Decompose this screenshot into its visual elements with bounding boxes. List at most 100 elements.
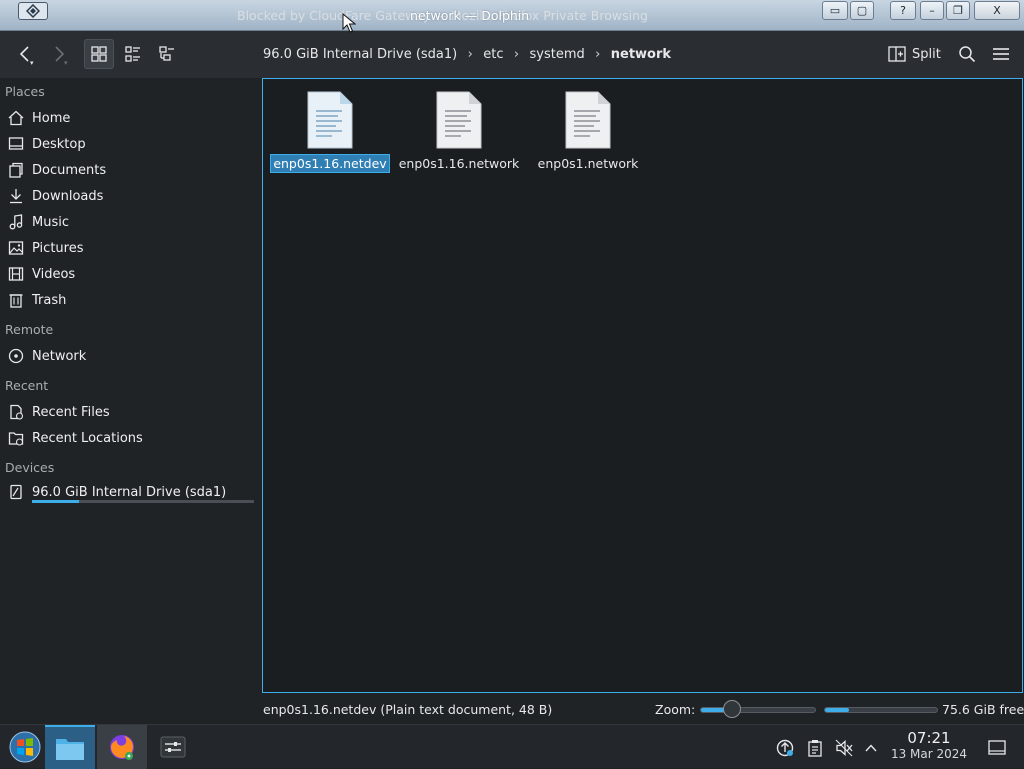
diamond-icon — [26, 4, 40, 18]
details-view-button[interactable] — [152, 39, 182, 69]
sidebar-item-label: Home — [32, 110, 71, 126]
recent-locations-icon — [8, 432, 24, 446]
search-button[interactable] — [952, 39, 982, 69]
chevron-right-icon[interactable]: › — [585, 47, 611, 62]
zoom-slider-handle[interactable] — [723, 700, 742, 718]
split-button[interactable]: Split — [888, 39, 941, 69]
zoom-label: Zoom: — [655, 702, 696, 717]
taskbar: 07:21 13 Mar 2024 — [0, 724, 1024, 769]
show-desktop-button[interactable] — [986, 737, 1008, 759]
split-view-icon — [888, 46, 906, 62]
compact-view-icon — [125, 46, 140, 62]
tray-updates[interactable] — [774, 737, 796, 759]
drive-usage-bar — [32, 500, 254, 503]
sidebar-item-music[interactable]: Music — [5, 210, 257, 234]
sidebar-item-videos[interactable]: Videos — [5, 262, 257, 286]
taskbar-firefox[interactable] — [97, 725, 147, 769]
start-orb-icon — [9, 731, 41, 763]
pictures-icon — [8, 241, 24, 255]
desktop-icon — [8, 137, 24, 150]
sidebar-item-label: Music — [32, 214, 69, 230]
sidebar-item-pictures[interactable]: Pictures — [5, 236, 257, 260]
volume-muted-icon — [835, 739, 853, 757]
chevron-right-icon[interactable]: › — [457, 47, 483, 62]
chevron-up-icon — [865, 744, 877, 752]
recent-files-icon — [10, 404, 24, 420]
maximize-button[interactable]: ❐ — [946, 1, 970, 20]
icons-view-button[interactable] — [84, 39, 114, 69]
sidebar-item-downloads[interactable]: Downloads — [5, 184, 257, 208]
devices-section-title: Devices — [5, 460, 55, 475]
drive-icon — [10, 484, 22, 500]
taskbar-dolphin[interactable] — [45, 725, 95, 769]
background-minimize-button[interactable]: ▭ — [822, 1, 848, 20]
hamburger-icon — [993, 48, 1009, 60]
hamburger-menu-button[interactable] — [986, 39, 1016, 69]
sidebar-item-documents[interactable]: Documents — [5, 158, 257, 182]
sidebar-item-recent-files[interactable]: Recent Files — [5, 400, 257, 424]
tray-clipboard[interactable] — [804, 737, 826, 759]
window-titlebar[interactable]: Blocked by CloudFare Gateway — Mozilla F… — [0, 0, 1024, 31]
file-name: enp0s1.network — [537, 156, 639, 171]
compact-view-button[interactable] — [118, 39, 148, 69]
application-launcher[interactable] — [0, 725, 50, 769]
background-restore-button[interactable]: ▢ — [850, 1, 874, 20]
free-space-label: 75.6 GiB free — [942, 702, 1024, 717]
back-button[interactable]: ▾ — [10, 39, 40, 69]
taskbar-system-settings[interactable] — [148, 725, 198, 769]
sidebar-item-label: 96.0 GiB Internal Drive (sda1) — [32, 484, 227, 500]
digital-clock[interactable]: 07:21 13 Mar 2024 — [886, 729, 972, 761]
sidebar-item-label: Pictures — [32, 240, 84, 256]
breadcrumb-systemd[interactable]: systemd — [530, 47, 585, 62]
toolbar: ▾ ▾ 96.0 GiB Internal Drive (sda1) › etc… — [0, 31, 1024, 78]
clock-date: 13 Mar 2024 — [890, 747, 968, 761]
sidebar-item-label: Recent Locations — [32, 430, 143, 446]
free-space-bar — [824, 707, 938, 713]
details-view-icon — [159, 46, 174, 61]
music-icon — [9, 214, 23, 230]
file-view[interactable]: enp0s1.16.netdev enp0s1.16.network enp0s… — [262, 78, 1023, 693]
drive-usage-fill — [32, 500, 79, 503]
sidebar-item-trash[interactable]: Trash — [5, 288, 257, 312]
sidebar-item-label: Videos — [32, 266, 76, 282]
text-file-icon — [436, 91, 482, 149]
sidebar-item-recent-locations[interactable]: Recent Locations — [5, 426, 257, 450]
sidebar-item-desktop[interactable]: Desktop — [5, 132, 257, 156]
tray-expand[interactable] — [860, 737, 882, 759]
clock-time: 07:21 — [907, 729, 951, 747]
zoom-slider[interactable] — [700, 707, 816, 713]
places-section-title: Places — [5, 84, 45, 99]
file-item-enp0s1-network[interactable]: enp0s1.network — [523, 91, 653, 172]
window-menu-button[interactable] — [18, 2, 48, 20]
sidebar-item-label: Documents — [32, 162, 107, 178]
help-button[interactable]: ? — [890, 1, 916, 20]
breadcrumb-drive[interactable]: 96.0 GiB Internal Drive (sda1) — [263, 47, 457, 62]
status-bar: enp0s1.16.netdev (Plain text document, 4… — [0, 694, 1024, 724]
file-name: enp0s1.16.network — [398, 156, 520, 171]
sliders-icon — [160, 736, 186, 758]
recent-section-title: Recent — [5, 378, 49, 393]
sidebar-item-label: Trash — [32, 292, 67, 308]
chevron-right-icon[interactable]: › — [504, 47, 530, 62]
minimize-button[interactable]: – — [920, 1, 944, 20]
sidebar-item-network[interactable]: Network — [5, 344, 257, 368]
network-icon — [8, 348, 24, 364]
sidebar-item-label: Downloads — [32, 188, 104, 204]
places-panel: Places Home Desktop Documents Downloads … — [0, 78, 262, 726]
selection-info: enp0s1.16.netdev (Plain text document, 4… — [263, 702, 553, 717]
text-file-icon — [565, 91, 611, 149]
breadcrumb-etc[interactable]: etc — [483, 47, 503, 62]
file-item-enp0s1-16-network[interactable]: enp0s1.16.network — [394, 91, 524, 172]
tray-volume[interactable] — [833, 737, 855, 759]
free-space-fill — [825, 708, 849, 712]
show-desktop-icon — [988, 740, 1006, 755]
forward-button[interactable]: ▾ — [44, 39, 74, 69]
file-name: enp0s1.16.netdev — [270, 154, 390, 173]
search-icon — [959, 46, 976, 63]
chevron-down-icon: ▾ — [64, 59, 68, 67]
sidebar-item-home[interactable]: Home — [5, 106, 257, 130]
breadcrumb-network[interactable]: network — [611, 47, 671, 62]
file-item-enp0s1-16-netdev[interactable]: enp0s1.16.netdev — [265, 91, 395, 173]
sidebar-item-label: Network — [32, 348, 87, 364]
close-button[interactable]: X — [974, 1, 1020, 20]
